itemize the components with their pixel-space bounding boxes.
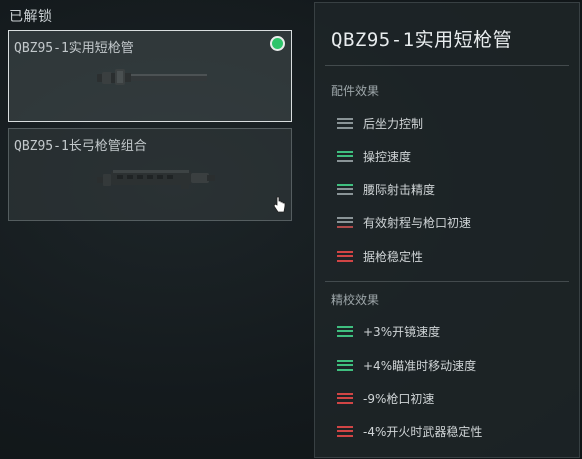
barrel-card-short[interactable]: QBZ95-1实用短枪管	[8, 30, 292, 122]
positive-bars-icon	[337, 183, 353, 195]
effect-row: 腰际射击精度	[337, 181, 435, 197]
calibration-label: -9%枪口初速	[363, 391, 435, 406]
effects-heading: 配件效果	[331, 84, 380, 98]
divider	[325, 65, 569, 66]
effect-label: 操控速度	[363, 149, 412, 164]
attachment-detail-panel: QBZ95-1实用短枪管 配件效果 后坐力控制 操控速度 腰际射击精度 有效射程…	[314, 2, 580, 458]
calibration-label: +4%瞄准时移动速度	[363, 358, 477, 373]
calibration-row: +4%瞄准时移动速度	[337, 357, 476, 373]
short-barrel-image	[97, 69, 207, 85]
positive-bars-icon	[337, 150, 353, 162]
effect-row: 后坐力控制	[337, 115, 423, 131]
pointer-cursor-icon	[273, 196, 286, 213]
positive-bars-icon	[337, 325, 353, 337]
divider	[325, 281, 569, 282]
calibration-label: -4%开火时武器稳定性	[363, 424, 483, 439]
effect-row: 操控速度	[337, 148, 411, 164]
calibration-label: +3%开镜速度	[363, 324, 441, 339]
neutral-bars-icon	[337, 117, 353, 129]
calibration-row: -9%枪口初速	[337, 390, 434, 406]
effect-label: 有效射程与枪口初速	[363, 215, 472, 230]
effect-row: 据枪稳定性	[337, 248, 423, 264]
barrel-card-label: QBZ95-1长弓枪管组合	[14, 139, 147, 154]
unlocked-section-title: 已解锁	[9, 9, 53, 25]
barrel-card-long[interactable]: QBZ95-1长弓枪管组合	[8, 128, 292, 221]
effect-row: 有效射程与枪口初速	[337, 214, 471, 230]
calibration-row: -4%开火时武器稳定性	[337, 423, 482, 439]
equipped-indicator-icon	[272, 38, 283, 49]
calibration-heading: 精校效果	[331, 293, 380, 307]
barrel-card-label: QBZ95-1实用短枪管	[14, 41, 134, 56]
effect-label: 据枪稳定性	[363, 249, 424, 264]
attachment-title: QBZ95-1实用短枪管	[331, 29, 513, 51]
effect-label: 后坐力控制	[363, 116, 424, 131]
negative-bars-icon	[337, 250, 353, 262]
long-barrel-combo-image	[97, 170, 215, 189]
effect-label: 腰际射击精度	[363, 182, 436, 197]
neutral-bars-icon	[337, 216, 353, 228]
negative-bars-icon	[337, 425, 353, 437]
positive-bars-icon	[337, 359, 353, 371]
negative-bars-icon	[337, 392, 353, 404]
calibration-row: +3%开镜速度	[337, 323, 440, 339]
